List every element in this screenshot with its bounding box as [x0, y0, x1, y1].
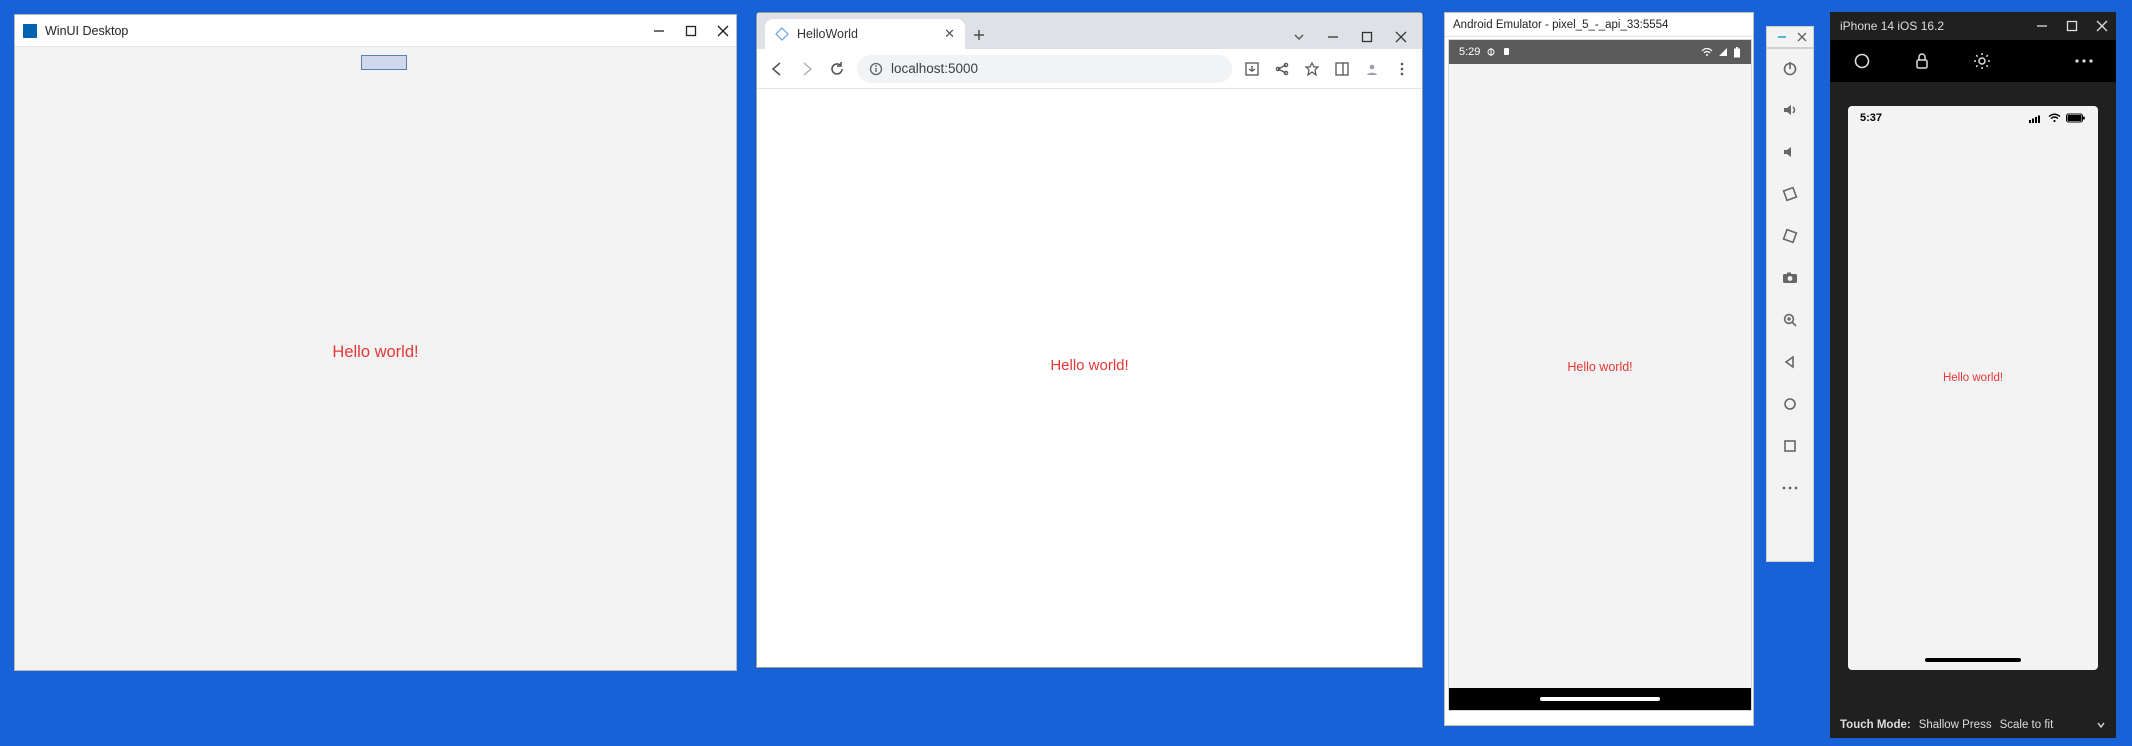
- wifi-icon: [1701, 47, 1713, 57]
- kebab-menu-icon[interactable]: [1392, 59, 1412, 79]
- browser-toolbar: localhost:5000: [757, 49, 1422, 89]
- minimize-icon[interactable]: [1775, 30, 1789, 44]
- ios-viewport: Hello world!: [1848, 130, 2098, 670]
- back-icon[interactable]: [767, 59, 787, 79]
- android-emulator-window: Android Emulator - pixel_5_-_api_33:5554…: [1444, 12, 1754, 726]
- forward-icon[interactable]: [797, 59, 817, 79]
- ios-footer: Touch Mode: Shallow Press Scale to fit: [1830, 712, 2116, 738]
- android-device: 5:29: [1448, 39, 1752, 711]
- signal-icon: [1718, 47, 1728, 57]
- touch-mode-label: Touch Mode:: [1840, 719, 1911, 731]
- rotate-right-icon[interactable]: [1779, 225, 1801, 247]
- sidepanel-icon[interactable]: [1332, 59, 1352, 79]
- home-nav-icon[interactable]: [1779, 393, 1801, 415]
- close-icon[interactable]: [1386, 25, 1416, 49]
- chevron-down-icon[interactable]: [2096, 720, 2106, 730]
- volume-up-icon[interactable]: [1779, 99, 1801, 121]
- ios-title: iPhone 14 iOS 16.2: [1840, 19, 2020, 33]
- ios-toolbar: [1830, 40, 2116, 82]
- signal-icon: [2029, 114, 2043, 123]
- scale-value[interactable]: Scale to fit: [2000, 719, 2054, 731]
- tab-title: HelloWorld: [797, 27, 936, 41]
- address-bar[interactable]: localhost:5000: [857, 55, 1232, 83]
- volume-down-icon[interactable]: [1779, 141, 1801, 163]
- rotate-left-icon[interactable]: [1779, 183, 1801, 205]
- selection-box: [361, 55, 407, 70]
- overview-nav-icon[interactable]: [1779, 435, 1801, 457]
- hello-label: Hello world!: [1567, 360, 1632, 374]
- new-tab-button[interactable]: [965, 21, 993, 49]
- close-icon[interactable]: [2094, 18, 2110, 34]
- debug-icon: [1486, 47, 1496, 57]
- app-icon: [23, 24, 37, 38]
- install-icon[interactable]: [1242, 59, 1262, 79]
- android-viewport: Hello world!: [1449, 64, 1751, 688]
- ios-titlebar[interactable]: iPhone 14 iOS 16.2: [1830, 12, 2116, 40]
- emulator-tools: [1766, 48, 1814, 562]
- browser-window: HelloWorld ✕: [756, 12, 1423, 668]
- back-nav-icon[interactable]: [1779, 351, 1801, 373]
- minimize-icon[interactable]: [1318, 25, 1348, 49]
- hello-label: Hello world!: [1943, 372, 2003, 384]
- reload-icon[interactable]: [827, 59, 847, 79]
- lock-icon[interactable]: [1912, 51, 1932, 71]
- ios-statusbar: 5:37: [1848, 106, 2098, 130]
- camera-icon[interactable]: [1779, 267, 1801, 289]
- profile-icon[interactable]: [1362, 59, 1382, 79]
- android-title: Android Emulator - pixel_5_-_api_33:5554: [1453, 19, 1747, 31]
- bookmark-icon[interactable]: [1302, 59, 1322, 79]
- browser-tab[interactable]: HelloWorld ✕: [765, 19, 965, 49]
- gear-icon[interactable]: [1972, 51, 1992, 71]
- battery-icon: [2066, 113, 2086, 123]
- hello-label: Hello world!: [332, 343, 418, 362]
- emulator-tools-header: [1766, 26, 1814, 48]
- zoom-icon[interactable]: [1779, 309, 1801, 331]
- minimize-icon[interactable]: [2034, 18, 2050, 34]
- favicon-icon: [775, 27, 789, 41]
- android-navbar[interactable]: [1449, 688, 1751, 710]
- hello-label: Hello world!: [1050, 357, 1128, 374]
- status-time: 5:37: [1860, 112, 1882, 124]
- browser-tabstrip: HelloWorld ✕: [757, 13, 1422, 49]
- android-statusbar: 5:29: [1449, 40, 1751, 64]
- winui-window: WinUI Desktop Hello world!: [14, 14, 737, 671]
- close-icon[interactable]: [716, 24, 730, 38]
- share-icon[interactable]: [1272, 59, 1292, 79]
- info-icon: [869, 62, 883, 76]
- more-icon[interactable]: [2074, 51, 2094, 71]
- winui-body: Hello world!: [15, 47, 736, 670]
- browser-viewport: Hello world!: [757, 89, 1422, 667]
- ios-device: 5:37 Hello world!: [1848, 106, 2098, 670]
- wifi-icon: [2048, 113, 2061, 123]
- android-titlebar[interactable]: Android Emulator - pixel_5_-_api_33:5554: [1445, 13, 1753, 37]
- close-icon[interactable]: [1795, 30, 1809, 44]
- home-indicator[interactable]: [1925, 658, 2021, 662]
- maximize-icon[interactable]: [1352, 25, 1382, 49]
- chevron-down-icon[interactable]: [1284, 25, 1314, 49]
- tab-close-icon[interactable]: ✕: [944, 26, 955, 42]
- url-text: localhost:5000: [891, 61, 978, 76]
- maximize-icon[interactable]: [684, 24, 698, 38]
- home-icon[interactable]: [1852, 51, 1872, 71]
- winui-title: WinUI Desktop: [45, 24, 652, 38]
- minimize-icon[interactable]: [652, 24, 666, 38]
- winui-titlebar[interactable]: WinUI Desktop: [15, 15, 736, 47]
- status-time: 5:29: [1459, 46, 1480, 58]
- maximize-icon[interactable]: [2064, 18, 2080, 34]
- more-icon[interactable]: [1779, 477, 1801, 499]
- power-icon[interactable]: [1779, 57, 1801, 79]
- ios-simulator-window: iPhone 14 iOS 16.2 5:37 Hello world!: [1830, 12, 2116, 738]
- touch-mode-value[interactable]: Shallow Press: [1919, 719, 1992, 731]
- desktop: WinUI Desktop Hello world!: [0, 0, 2132, 746]
- battery-icon: [1733, 47, 1741, 58]
- home-indicator[interactable]: [1540, 697, 1660, 701]
- notification-icon: [1502, 47, 1511, 57]
